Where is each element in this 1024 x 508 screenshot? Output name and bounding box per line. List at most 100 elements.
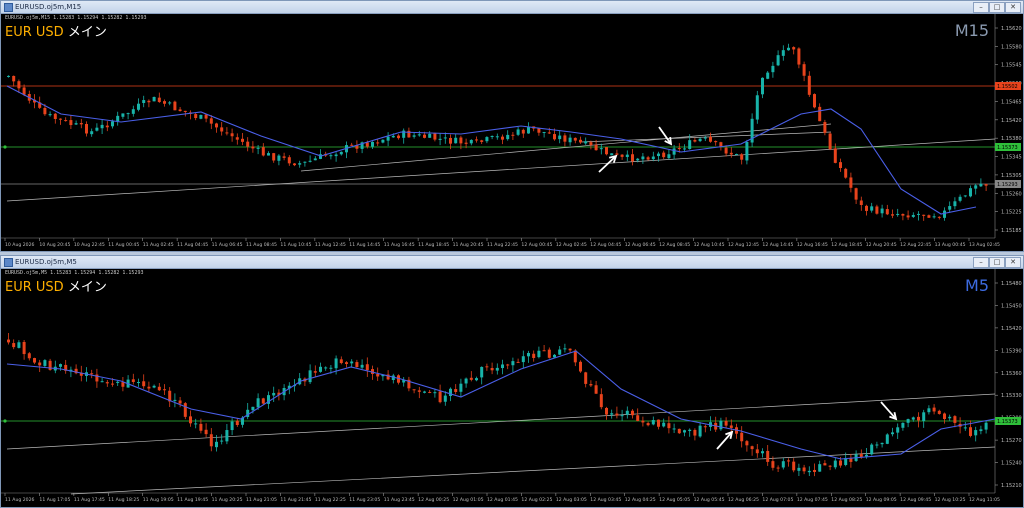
candle-body [839,460,842,466]
chart-area-m5[interactable]: EURUSD.oj5m,M5 1.15283 1.15294 1.15282 1… [1,269,1023,507]
time-tick-label: 10 Aug 2026 [5,242,35,248]
price-chart[interactable]: 1.156201.155801.155451.155001.154651.154… [1,14,1023,251]
candle-body [17,342,21,348]
candle-body [38,362,42,366]
price-tick-label: 1.15620 [1001,26,1022,32]
candle-body [449,137,452,144]
time-tick-label: 11 Aug 21:05 [246,497,277,503]
chart-window-m15[interactable]: EURUSD.oj5m,M15 – □ ✕ EURUSD.oj5m,M15 1.… [0,0,1024,252]
window-titlebar[interactable]: EURUSD.oj5m,M15 – □ ✕ [1,1,1023,14]
candle-body [95,127,99,131]
candle-body [412,135,416,137]
time-tick-label: 12 Aug 08:25 [831,497,862,503]
maximize-icon[interactable]: □ [989,2,1005,13]
time-tick-label: 12 Aug 01:45 [487,497,518,503]
candle-body [59,118,62,120]
candle-body [963,195,967,197]
candle-body [667,154,671,159]
candle-body [454,389,458,392]
candle-body [703,426,707,428]
price-tick-label: 1.15420 [1001,118,1022,124]
time-tick-label: 11 Aug 19:05 [143,497,174,503]
green-level-line-tag-label: 1.15373 [997,145,1018,151]
maximize-icon[interactable]: □ [989,257,1005,268]
candle-body [823,122,827,133]
candle-body [547,349,551,358]
chart-area-m15[interactable]: EURUSD.oj5m,M15 1.15283 1.15294 1.15282 … [1,14,1023,251]
candle-body [475,139,478,141]
candle-body [516,129,520,135]
candle-body [594,144,598,151]
candle-body [365,364,369,371]
price-tick-label: 1.15580 [1001,44,1022,50]
candle-body [220,440,224,442]
candle-body [563,135,567,142]
close-icon[interactable]: ✕ [1005,2,1021,13]
candle-body [111,121,114,127]
candle-body [438,391,442,403]
price-chart[interactable]: 1.15480 1.15450 1.15420 1.15390 1.15360 1.153… [1,269,1023,507]
price-tick-label: 1.15260 [1001,191,1022,197]
time-tick-label: 12 Aug 08:45 [659,242,690,248]
candle-body [152,385,156,388]
candle-body [131,109,135,114]
candle-body [137,103,140,110]
candle-body [875,444,879,446]
time-tick-label: 12 Aug 20:45 [866,242,897,248]
candle-body [797,48,801,65]
candle-body [584,372,588,384]
time-tick-label: 12 Aug 18:45 [831,242,862,248]
candle-body [776,55,780,66]
candle-body [397,135,400,139]
chart-window-m5[interactable]: EURUSD.oj5m,M5 – □ ✕ EURUSD.oj5m,M5 1.15… [0,255,1024,508]
time-tick-label: 11 Aug 12:45 [315,242,346,248]
candle-body [969,427,972,436]
minimize-icon[interactable]: – [973,257,989,268]
candle-body [433,392,437,394]
price-tick-label: 1.15210 [1001,483,1022,489]
candle-body [917,213,920,215]
candle-body [163,389,166,391]
time-tick-label: 11 Aug 19:45 [177,497,208,503]
window-titlebar[interactable]: EURUSD.oj5m,M5 – □ ✕ [1,256,1023,269]
candle-body [7,75,10,77]
candle-body [298,163,302,165]
candle-body [246,141,250,147]
candle-body [870,206,874,211]
candle-body [215,441,218,448]
time-tick-label: 11 Aug 16:45 [384,242,415,248]
candle-body [506,134,510,140]
candle-body [485,137,489,142]
price-tick-label: 1.15390 [1001,348,1022,354]
candle-body [428,391,432,393]
candle-body [469,139,473,144]
candle-body [745,142,749,161]
price-level-line-tag-label: 1.15293 [997,182,1018,188]
close-icon[interactable]: ✕ [1005,257,1021,268]
candle-body [256,398,260,408]
time-tick-label: 12 Aug 06:25 [728,497,759,503]
candle-body [475,378,478,381]
candle-body [693,429,697,436]
candle-body [677,148,681,150]
candle-body [480,366,484,378]
window-title: EURUSD.oj5m,M5 [15,258,77,266]
time-tick-label: 12 Aug 22:45 [900,242,931,248]
candle-body [251,146,255,149]
candle-body [766,72,770,79]
price-tick-label: 1.15305 [1001,173,1022,179]
candle-body [693,140,697,142]
time-tick-label: 12 Aug 07:45 [797,497,828,503]
candle-body [974,430,978,436]
candle-body [787,47,790,51]
candle-body [631,154,634,162]
candle-body [953,416,957,423]
time-tick-label: 11 Aug 21:45 [280,497,311,503]
candle-body [381,139,385,143]
candle-body [932,407,936,412]
minimize-icon[interactable]: – [973,2,989,13]
candle-body [750,446,754,450]
candle-body [849,458,853,462]
candle-body [376,142,380,144]
candle-body [178,109,182,112]
